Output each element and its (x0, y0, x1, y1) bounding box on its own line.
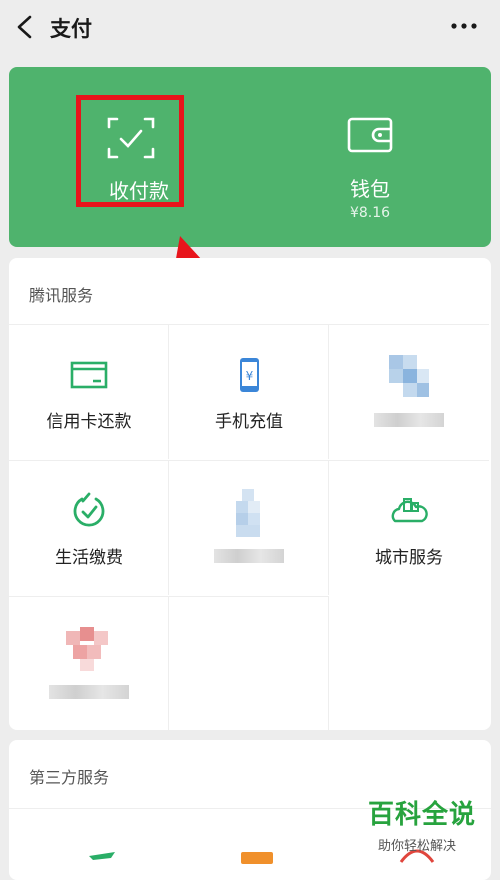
red-service-icon[interactable] (397, 840, 437, 864)
receive-pay-label: 收付款 (109, 179, 169, 203)
mobile-recharge-icon: ¥ (240, 358, 259, 392)
tencent-services-section: 腾讯服务 信用卡还款 ¥ 手机充值 生活缴费 城市服务 (9, 258, 491, 730)
service-blurred[interactable] (329, 324, 489, 459)
third-party-services-section: 第三方服务 (9, 740, 491, 880)
section-title: 腾讯服务 (29, 286, 94, 305)
shopping-icon[interactable] (237, 844, 277, 864)
chevron-left-icon[interactable] (14, 14, 36, 40)
service-label: 城市服务 (375, 548, 443, 568)
service-city-services[interactable]: 城市服务 (329, 460, 489, 595)
service-blurred[interactable] (9, 596, 169, 730)
wallet-button[interactable]: 钱包 ¥8.16 (299, 107, 459, 227)
scan-check-icon (107, 117, 155, 159)
top-navigation-bar: 支付 (0, 0, 500, 58)
city-services-icon (391, 498, 428, 523)
blurred-label (214, 549, 284, 563)
service-label: 信用卡还款 (46, 412, 132, 432)
payment-card: 收付款 钱包 ¥8.16 (9, 67, 491, 247)
blurred-label (49, 685, 129, 699)
plane-icon[interactable] (87, 844, 117, 864)
blurred-label (374, 413, 444, 427)
service-empty-cell (169, 596, 329, 730)
svg-text:¥: ¥ (246, 369, 254, 383)
blurred-icon (236, 489, 260, 537)
blurred-icon (66, 627, 108, 671)
wallet-balance: ¥8.16 (349, 205, 391, 221)
page-title: 支付 (50, 17, 92, 41)
section-title: 第三方服务 (29, 768, 110, 787)
wallet-label: 钱包 (350, 177, 390, 201)
service-blurred[interactable] (169, 460, 329, 595)
service-mobile-recharge[interactable]: ¥ 手机充值 (169, 324, 329, 459)
service-utility-bills[interactable]: 生活缴费 (9, 460, 169, 595)
service-credit-card-repay[interactable]: 信用卡还款 (9, 324, 169, 459)
utility-bill-icon (73, 492, 105, 527)
service-label: 手机充值 (215, 412, 283, 432)
service-label: 生活缴费 (55, 548, 123, 568)
credit-card-icon (70, 361, 108, 389)
receive-pay-button[interactable]: 收付款 (79, 95, 199, 215)
ellipsis-icon[interactable] (450, 16, 478, 36)
divider (9, 808, 491, 809)
wallet-icon (347, 117, 393, 153)
blurred-icon (389, 355, 429, 397)
